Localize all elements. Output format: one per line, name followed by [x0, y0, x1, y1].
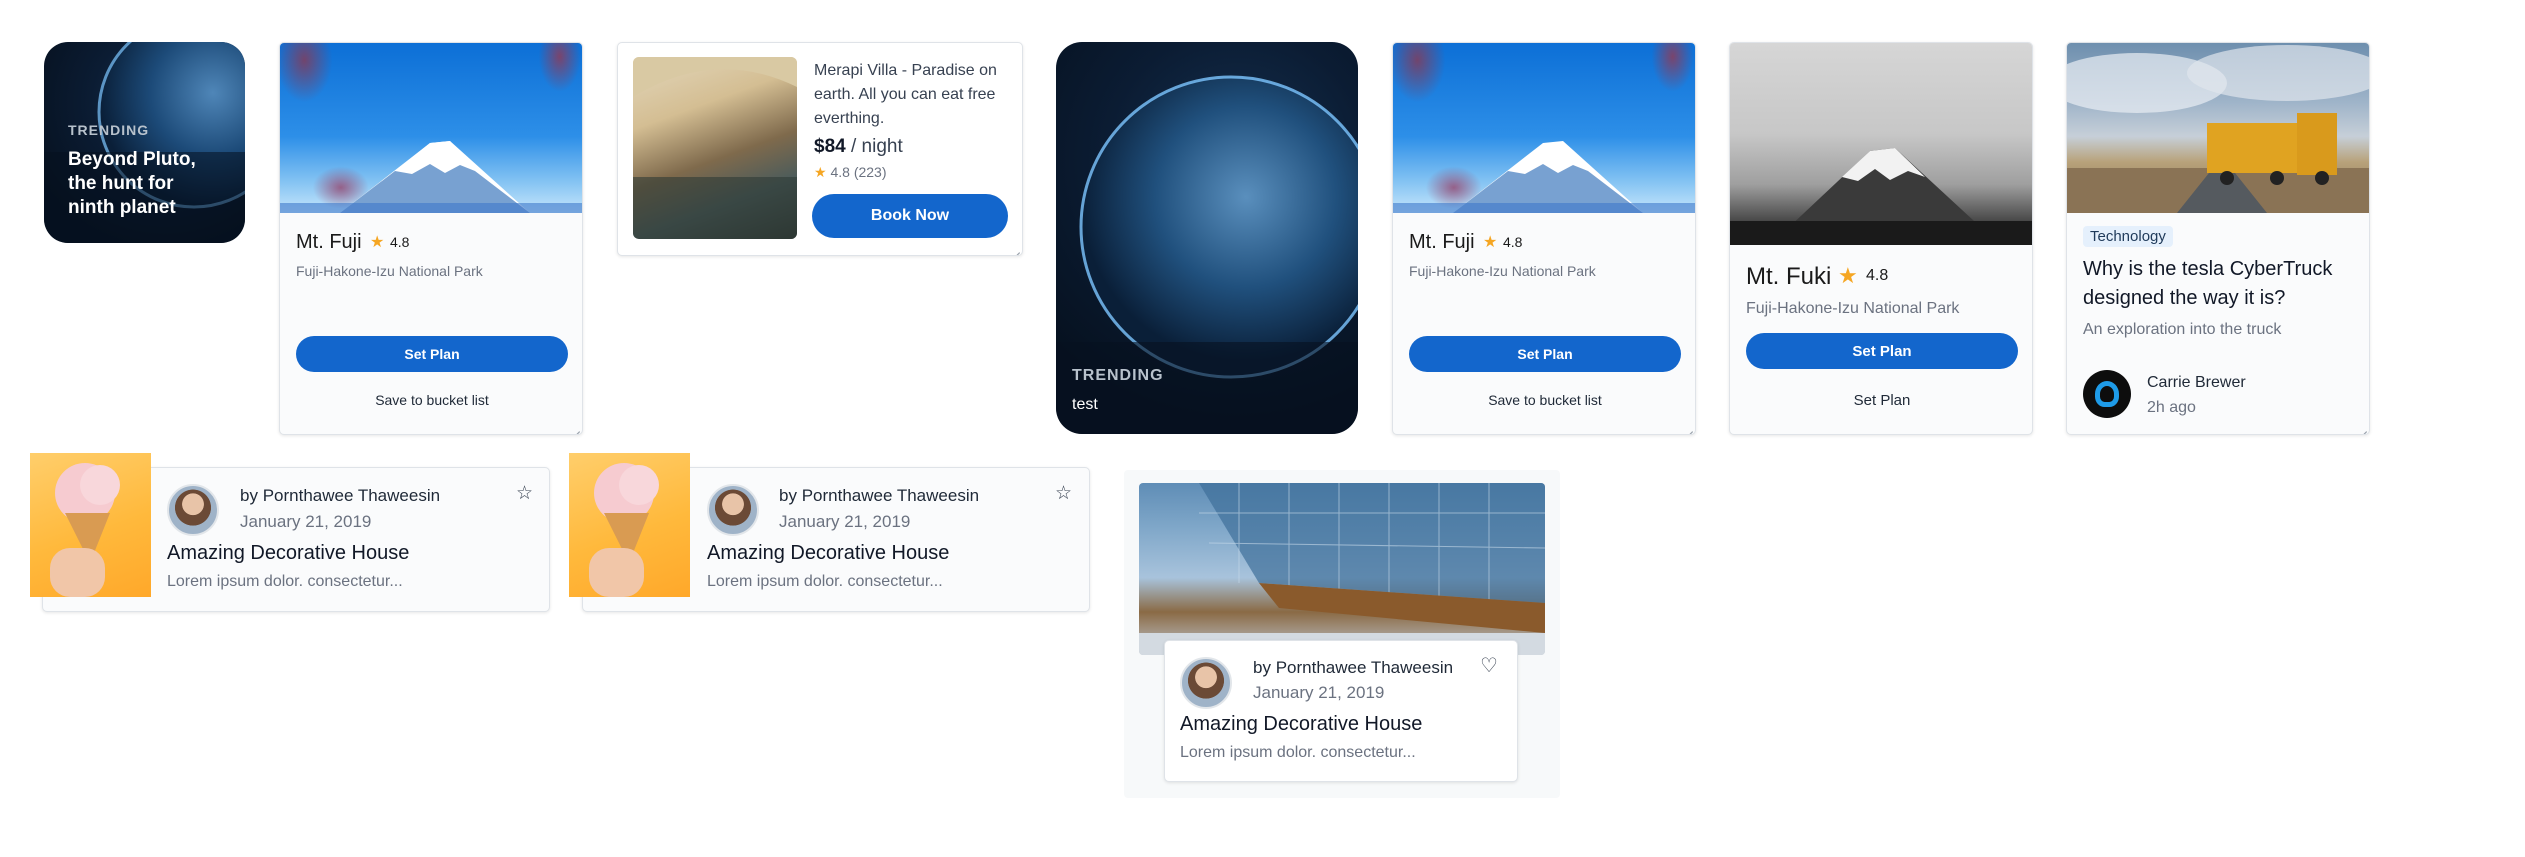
post-excerpt: Lorem ipsum dolor. consectetur...: [1180, 744, 1416, 761]
post-title[interactable]: Amazing Decorative House: [707, 542, 949, 565]
author-byline: by Pornthawee Thaweesin: [779, 486, 979, 506]
set-plan-button[interactable]: Set Plan: [1746, 333, 2018, 369]
mt-fuki-image: [1730, 43, 2032, 245]
save-bucket-list-button[interactable]: Save to bucket list: [1409, 392, 1681, 408]
post-title[interactable]: Amazing Decorative House: [1180, 713, 1422, 736]
price-unit: / night: [850, 136, 903, 157]
star-icon: ★: [814, 164, 827, 180]
building-image: [1139, 483, 1545, 655]
rating-value: 4.8: [1503, 234, 1523, 250]
author-name: Pornthawee Thaweesin: [1275, 658, 1454, 677]
save-bucket-list-button[interactable]: Save to bucket list: [296, 392, 568, 408]
heart-outline-icon[interactable]: ♡: [1480, 653, 1498, 678]
author-name: Carrie Brewer: [2147, 374, 2246, 391]
star-icon: ★: [1483, 234, 1498, 251]
villa-card: Merapi Villa - Paradise on earth. All yo…: [617, 42, 1023, 256]
star-outline-icon[interactable]: ☆: [1055, 482, 1072, 505]
destination-card-fuki: Mt. Fuki ★ 4.8 Fuji-Hakone-Izu National …: [1729, 42, 2033, 435]
set-plan-link[interactable]: Set Plan: [1746, 392, 2018, 409]
star-icon: ★: [370, 234, 385, 251]
destination-name: Mt. Fuji: [296, 231, 362, 253]
author-name: Pornthawee Thaweesin: [801, 486, 980, 505]
star-outline-icon[interactable]: ☆: [516, 482, 533, 505]
article-title[interactable]: Why is the tesla CyberTruck designed the…: [2083, 255, 2359, 313]
author-byline: by Pornthawee Thaweesin: [1253, 658, 1453, 678]
by-label: by: [240, 486, 258, 505]
resize-handle[interactable]: [570, 422, 580, 432]
article-subtitle: An exploration into the truck: [2083, 321, 2282, 338]
trending-label: TRENDING: [1072, 367, 1164, 384]
category-badge: Technology: [2083, 226, 2173, 247]
by-label: by: [779, 486, 797, 505]
villa-image: [633, 57, 797, 239]
post-time: 2h ago: [2147, 399, 2196, 416]
mt-fuji-image: [280, 43, 582, 213]
review-count: (223): [853, 164, 887, 180]
author-byline: by Pornthawee Thaweesin: [240, 486, 440, 506]
trending-title: test: [1072, 396, 1098, 413]
post-date: January 21, 2019: [240, 512, 372, 531]
author-avatar[interactable]: [707, 484, 759, 536]
resize-handle[interactable]: [2357, 422, 2367, 432]
star-icon: ★: [1838, 263, 1858, 288]
author-avatar[interactable]: [2083, 370, 2131, 418]
truck-image: [2067, 43, 2369, 213]
article-card: Technology Why is the tesla CyberTruck d…: [2066, 42, 2370, 435]
rating-value: 4.8: [830, 164, 850, 180]
ice-cream-image: [569, 453, 690, 597]
trending-card-small[interactable]: TRENDING Beyond Pluto, the hunt for nint…: [44, 42, 245, 243]
post-date: January 21, 2019: [779, 512, 911, 531]
avatar-icon: [2095, 381, 2119, 407]
ice-cream-image: [30, 453, 151, 597]
resize-handle[interactable]: [1683, 422, 1693, 432]
post-title[interactable]: Amazing Decorative House: [167, 542, 409, 565]
location-text: Fuji-Hakone-Izu National Park: [296, 263, 483, 279]
rating-value: 4.8: [390, 234, 410, 250]
villa-rating: ★ 4.8 (223): [814, 164, 887, 181]
post-excerpt: Lorem ipsum dolor. consectetur...: [167, 573, 403, 590]
villa-description: Merapi Villa - Paradise on earth. All yo…: [814, 62, 997, 127]
trending-card-large[interactable]: TRENDING test: [1056, 42, 1358, 434]
author-name: Pornthawee Thaweesin: [262, 486, 441, 505]
set-plan-button[interactable]: Set Plan: [296, 336, 568, 372]
destination-name: Mt. Fuji: [1409, 231, 1475, 253]
by-label: by: [1253, 658, 1271, 677]
rating-value: 4.8: [1866, 267, 1889, 284]
destination-card-fuji-2: Mt. Fuji ★ 4.8 Fuji-Hakone-Izu National …: [1392, 42, 1696, 435]
villa-price: $84: [814, 136, 846, 157]
location-text: Fuji-Hakone-Izu National Park: [1746, 300, 1960, 317]
destination-card-fuji-1: Mt. Fuji ★ 4.8 Fuji-Hakone-Izu National …: [279, 42, 583, 435]
author-avatar[interactable]: [1180, 657, 1232, 709]
destination-name: Mt. Fuki: [1746, 263, 1832, 290]
author-avatar[interactable]: [167, 484, 219, 536]
book-now-button[interactable]: Book Now: [812, 194, 1008, 238]
post-excerpt: Lorem ipsum dolor. consectetur...: [707, 573, 943, 590]
trending-title: Beyond Pluto, the hunt for ninth planet: [68, 149, 196, 218]
set-plan-button[interactable]: Set Plan: [1409, 336, 1681, 372]
location-text: Fuji-Hakone-Izu National Park: [1409, 263, 1596, 279]
post-date: January 21, 2019: [1253, 683, 1385, 702]
trending-label: TRENDING: [68, 122, 150, 138]
price-row: $84 / night: [814, 136, 903, 158]
resize-handle[interactable]: [1010, 243, 1020, 253]
mt-fuji-image: [1393, 43, 1695, 213]
